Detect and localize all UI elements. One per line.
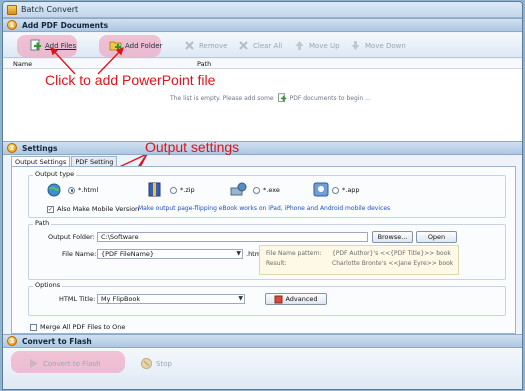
exe-setup-icon <box>230 182 247 196</box>
step-3-icon: 3 <box>7 336 17 346</box>
remove-icon <box>185 41 194 50</box>
exe-radio[interactable] <box>253 186 260 194</box>
section-add-pdf-header[interactable]: 1 Add PDF Documents <box>3 18 522 32</box>
batch-convert-window: Batch Convert 1 Add PDF Documents Add Fi… <box>2 1 523 390</box>
stop-label: Stop <box>156 359 172 368</box>
section-title: Add PDF Documents <box>22 20 109 30</box>
option-exe-label: *.exe <box>263 186 280 194</box>
merge-checkbox[interactable] <box>30 323 37 331</box>
pattern-value: {PDF Author}'s <<{PDF Title}>> book <box>332 250 451 257</box>
output-type-label: Output type <box>33 170 77 178</box>
title-bar: Batch Convert <box>3 2 522 18</box>
browse-button[interactable]: Browse... <box>372 231 413 243</box>
html-title-value: My FlipBook <box>101 295 141 303</box>
convert-label: Convert to Flash <box>43 359 101 368</box>
mobile-version-label: Also Make Mobile Version <box>57 205 140 213</box>
file-name-label: File Name: <box>62 250 97 258</box>
annotation-add-ppt: Click to add PowerPoint file <box>45 72 216 88</box>
result-label: Result: <box>266 260 287 267</box>
add-files-button[interactable]: Add Files <box>29 37 76 54</box>
section-title: Convert to Flash <box>22 336 92 346</box>
mobile-version-link[interactable]: Make output page-flipping eBook works on… <box>138 205 390 212</box>
settings-icon <box>274 295 283 303</box>
option-zip-label: *.zip <box>180 186 195 194</box>
dropdown-arrow-icon: ▼ <box>236 250 241 257</box>
step-2-icon: 2 <box>7 143 17 153</box>
empty-text: The list is empty. Please add some <box>170 94 274 102</box>
section-title: Settings <box>22 143 58 153</box>
stop-icon <box>141 358 152 369</box>
merge-label: Merge All PDF Files to One <box>40 323 126 331</box>
clear-all-button[interactable]: Clear All <box>237 37 282 54</box>
app-radio[interactable] <box>332 186 339 194</box>
convert-play-icon <box>30 359 38 368</box>
file-name-combo[interactable]: {PDF FileName} ▼ <box>97 249 243 259</box>
file-list-header: Name Path <box>3 59 522 69</box>
option-html-label: *.html <box>78 186 99 194</box>
move-down-label: Move Down <box>365 41 406 50</box>
mobile-version-option[interactable]: ✓ Also Make Mobile Version <box>47 205 139 213</box>
move-up-button[interactable]: Move Up <box>293 37 340 54</box>
globe-html-icon <box>47 183 61 197</box>
app-icon <box>7 4 17 15</box>
options-label: Options <box>33 281 63 289</box>
empty-list-message: The list is empty. Please add some PDF d… <box>170 93 371 103</box>
result-value: Charlotte Bronte's <<Jane Eyre>> book <box>332 260 454 267</box>
annotation-output-settings: Output settings <box>145 139 240 155</box>
add-folder-icon <box>109 41 122 51</box>
convert-to-flash-button[interactable]: Convert to Flash <box>27 355 101 372</box>
add-folder-label: Add Folder <box>125 41 163 50</box>
section-convert-header[interactable]: 3 Convert to Flash <box>3 334 522 348</box>
mobile-version-checkbox[interactable]: ✓ <box>47 205 54 213</box>
advanced-button[interactable]: Advanced <box>265 293 327 305</box>
html-title-label: HTML Title: <box>59 295 96 303</box>
option-exe[interactable]: *.exe <box>253 186 280 194</box>
advanced-label: Advanced <box>285 295 318 303</box>
mac-app-icon <box>313 182 329 197</box>
remove-label: Remove <box>199 41 228 50</box>
clear-all-icon <box>239 41 248 50</box>
pattern-label: File Name pattern: <box>266 250 322 257</box>
section-settings-header[interactable]: 2 Settings <box>3 141 522 155</box>
clear-all-label: Clear All <box>253 41 283 50</box>
zip-archive-icon <box>148 182 161 197</box>
add-file-icon <box>277 93 286 102</box>
open-button[interactable]: Open <box>416 231 457 243</box>
column-path-header[interactable]: Path <box>197 60 211 68</box>
list-toolbar: Add Files Add Folder Remove Clear All Mo… <box>3 33 522 58</box>
move-up-label: Move Up <box>309 41 340 50</box>
option-app[interactable]: *.app <box>332 186 360 194</box>
arrow-down-icon <box>351 41 360 50</box>
option-html[interactable]: *.html <box>68 186 98 194</box>
dropdown-arrow-icon: ▼ <box>238 295 243 302</box>
merge-option[interactable]: Merge All PDF Files to One <box>30 323 125 331</box>
arrow-up-icon <box>295 41 304 50</box>
option-app-label: *.app <box>342 186 360 194</box>
empty-text-2: PDF documents to begin ... <box>289 94 371 102</box>
column-name-header[interactable]: Name <box>13 60 32 68</box>
move-down-button[interactable]: Move Down <box>349 37 406 54</box>
remove-button[interactable]: Remove <box>183 37 227 54</box>
add-folder-button[interactable]: Add Folder <box>109 37 162 54</box>
convert-bar: Convert to Flash Stop <box>3 348 522 389</box>
html-radio[interactable] <box>68 186 75 194</box>
output-folder-input[interactable]: C:\Software <box>97 232 368 242</box>
step-1-icon: 1 <box>7 20 17 30</box>
zip-radio[interactable] <box>170 186 177 194</box>
window-title: Batch Convert <box>21 5 79 14</box>
stop-button[interactable]: Stop <box>140 355 172 372</box>
file-name-pattern-box: File Name pattern: {PDF Author}'s <<{PDF… <box>259 245 459 275</box>
add-file-icon <box>30 39 41 51</box>
option-zip[interactable]: *.zip <box>170 186 195 194</box>
path-label: Path <box>33 219 52 227</box>
add-files-label: Add Files <box>45 41 77 50</box>
output-folder-label: Output Folder: <box>48 233 95 241</box>
html-title-combo[interactable]: My FlipBook ▼ <box>97 294 245 304</box>
file-name-value: {PDF FileName} <box>101 250 155 258</box>
